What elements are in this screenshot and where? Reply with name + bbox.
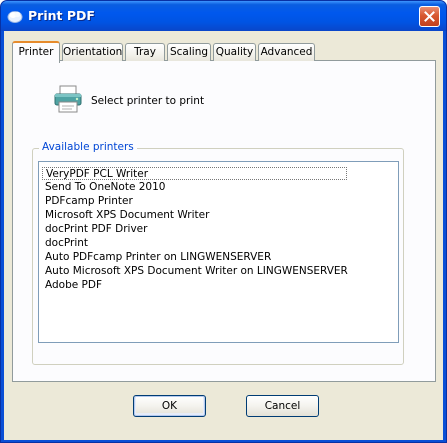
list-item[interactable]: Auto Microsoft XPS Document Writer on LI… [45, 265, 348, 278]
dialog-client-area: Select printer to print Available printe… [4, 31, 443, 440]
tab-printer[interactable]: Printer [12, 41, 60, 63]
list-item[interactable]: docPrint [45, 237, 88, 250]
printer-tab-panel: Select printer to print Available printe… [12, 60, 436, 382]
printer-icon [54, 85, 82, 113]
app-icon[interactable] [7, 8, 23, 24]
list-item[interactable]: PDFcamp Printer [45, 195, 133, 208]
list-item[interactable]: Auto PDFcamp Printer on LINGWENSERVER [45, 251, 271, 264]
print-pdf-window: Print PDF Select printer to print Availa… [0, 0, 447, 443]
tab-quality[interactable]: Quality [213, 43, 256, 61]
tab-orientation[interactable]: Orientation [62, 43, 123, 61]
tab-scaling[interactable]: Scaling [167, 43, 211, 61]
list-item[interactable]: Adobe PDF [45, 279, 102, 292]
list-item[interactable]: docPrint PDF Driver [45, 223, 147, 236]
list-item[interactable]: VeryPDF PCL Writer [42, 167, 347, 180]
select-printer-label: Select printer to print [91, 95, 205, 107]
title-bar[interactable]: Print PDF [1, 1, 446, 31]
window-title: Print PDF [28, 8, 95, 23]
close-icon [424, 11, 435, 22]
cancel-button[interactable]: Cancel [246, 395, 319, 417]
printer-list[interactable]: VeryPDF PCL Writer Send To OneNote 2010 … [38, 161, 399, 343]
close-button[interactable] [419, 6, 440, 27]
list-item[interactable]: Send To OneNote 2010 [45, 181, 165, 194]
tab-advanced[interactable]: Advanced [258, 43, 315, 61]
tab-tray[interactable]: Tray [125, 43, 165, 61]
ok-button[interactable]: OK [133, 395, 206, 417]
list-item[interactable]: Microsoft XPS Document Writer [45, 209, 209, 222]
available-printers-label: Available printers [39, 141, 137, 153]
